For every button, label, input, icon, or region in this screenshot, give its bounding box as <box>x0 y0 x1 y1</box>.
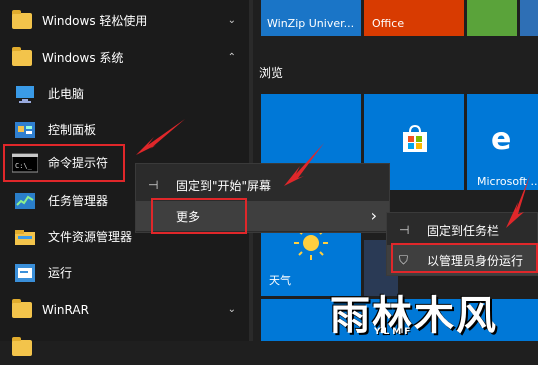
annotation-arrow <box>284 143 324 186</box>
watermark-text: 雨林木风 <box>330 293 498 339</box>
menu-item-label: 固定到任务栏 <box>427 223 500 238</box>
pin-icon: ⊣ <box>148 178 159 192</box>
menu-item-label: 固定到"开始"屏幕 <box>176 178 272 193</box>
edge-icon: e <box>491 122 512 157</box>
run-icon <box>12 260 38 286</box>
app-group-label: Windows 轻松使用 <box>42 14 148 28</box>
app-item-label: 文件资源管理器 <box>48 230 133 244</box>
chevron-down-icon: ⌄ <box>227 15 236 26</box>
pin-icon: ⊣ <box>399 223 410 237</box>
folder-icon <box>9 297 35 323</box>
tile-small-blue[interactable] <box>520 0 538 36</box>
tile-label: WinZip Univer... <box>267 17 355 30</box>
app-item-label: 此电脑 <box>48 87 85 101</box>
annotation-arrow <box>136 119 185 155</box>
tile-label: 天气 <box>269 274 291 287</box>
app-group-windows-system[interactable]: Windows 系统 ⌃ <box>0 40 250 75</box>
app-item-run[interactable]: 运行 <box>0 255 250 290</box>
watermark-logo: 雨林木风 YLMF <box>330 283 538 341</box>
chevron-right-icon: › <box>370 206 377 225</box>
highlight-box-run-as-admin <box>391 243 538 273</box>
task-manager-icon <box>12 188 38 214</box>
control-panel-icon <box>12 117 38 143</box>
app-item-label: 控制面板 <box>48 123 97 137</box>
app-item-control-panel[interactable]: 控制面板 <box>0 112 250 147</box>
app-group-winrar[interactable]: WinRAR ⌄ <box>0 292 250 327</box>
app-group-next[interactable] <box>0 330 250 365</box>
watermark-subtext: YLMF <box>374 327 414 337</box>
this-pc-icon <box>12 81 38 107</box>
annotation-arrow <box>506 175 530 228</box>
tile-group-label: 浏览 <box>259 66 284 80</box>
tile-office[interactable]: Office <box>364 0 464 36</box>
folder-icon <box>9 335 35 361</box>
tile-small-green[interactable] <box>467 0 517 36</box>
folder-icon <box>9 8 35 34</box>
folder-icon <box>9 45 35 71</box>
app-item-label: 任务管理器 <box>48 194 109 208</box>
file-explorer-icon <box>12 224 38 250</box>
highlight-box-more <box>151 198 247 234</box>
tile-label: Office <box>372 17 405 30</box>
app-group-label: WinRAR <box>42 302 89 317</box>
tile-winzip[interactable]: WinZip Univer... <box>261 0 361 36</box>
chevron-down-icon: ⌄ <box>227 304 236 315</box>
app-item-label: 运行 <box>48 266 73 280</box>
chevron-up-icon: ⌃ <box>227 52 236 63</box>
highlight-box-cmd <box>3 144 125 182</box>
menu-item-pin-start[interactable]: ⊣ 固定到"开始"屏幕 <box>136 170 389 200</box>
app-item-this-pc[interactable]: 此电脑 <box>0 76 250 111</box>
app-group-label: Windows 系统 <box>42 51 124 65</box>
store-icon <box>403 124 427 152</box>
app-group-windows-ease[interactable]: Windows 轻松使用 ⌄ <box>0 3 250 38</box>
